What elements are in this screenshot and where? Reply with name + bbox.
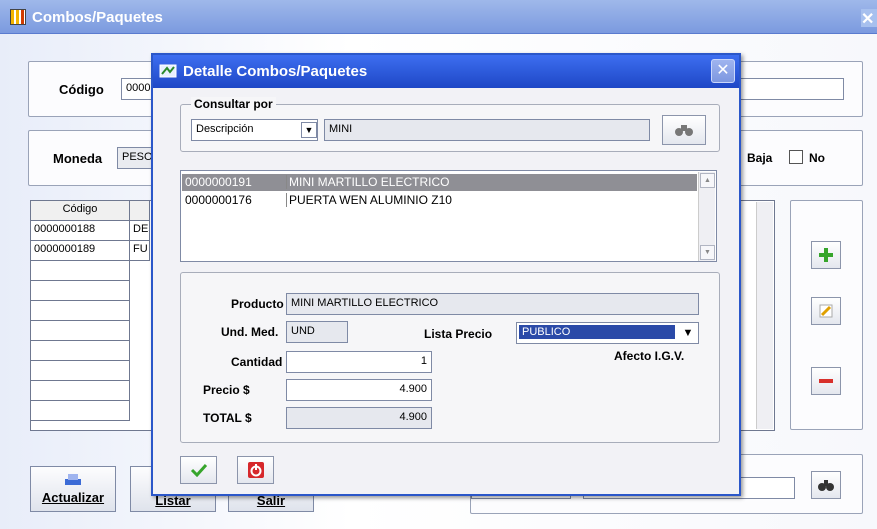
consultar-group: Consultar por Descripción ▼ MINI (180, 97, 720, 152)
codigo-label: Código (59, 82, 104, 97)
total-label: TOTAL $ (203, 411, 252, 425)
binoculars-icon (675, 125, 693, 136)
actualizar-label: Actualizar (41, 490, 105, 505)
cantidad-label: Cantidad (231, 355, 283, 369)
actualizar-button[interactable]: Actualizar (30, 466, 116, 512)
table-row-empty (31, 261, 130, 281)
power-icon (247, 462, 264, 478)
cantidad-field[interactable]: 1 (286, 351, 432, 373)
table-row-empty (31, 401, 130, 421)
scroll-up-icon[interactable]: ▲ (700, 173, 715, 188)
baja-label: Baja (747, 151, 773, 165)
no-label: No (809, 151, 825, 165)
results-list: 0000000191 MINI MARTILLO ELECTRICO 00000… (180, 170, 717, 262)
plus-icon (819, 248, 833, 262)
precio-field[interactable]: 4.900 (286, 379, 432, 401)
add-button[interactable] (811, 241, 841, 269)
result-row-1[interactable]: 0000000191 MINI MARTILLO ELECTRICO (182, 174, 697, 191)
result-row-code: 0000000176 (185, 193, 252, 207)
producto-field[interactable]: MINI MARTILLO ELECTRICO (286, 293, 699, 315)
afecto-igv-label: Afecto I.G.V. (614, 349, 685, 363)
scroll-down-icon[interactable]: ▼ (700, 245, 715, 260)
dialog-title: Detalle Combos/Paquetes (183, 63, 368, 80)
table-row-empty (31, 321, 130, 341)
result-row-name: MINI MARTILLO ELECTRICO (286, 175, 706, 189)
main-window-title: Combos/Paquetes (32, 9, 163, 26)
main-close-icon[interactable]: ✕ (861, 9, 877, 28)
consultar-por-label: Consultar por (191, 97, 276, 111)
result-row-2[interactable]: 0000000176 PUERTA WEN ALUMINIO Z10 (182, 192, 697, 209)
table-header-codigo: Código (31, 201, 130, 221)
table-row-2-desc[interactable]: FU (130, 241, 150, 261)
edit-icon (819, 304, 833, 318)
main-title-bar: Combos/Paquetes ✕ (0, 0, 877, 34)
binoculars-icon (818, 480, 834, 491)
table-row-empty (31, 341, 130, 361)
chevron-down-icon[interactable]: ▼ (680, 325, 696, 341)
result-row-code: 0000000191 (185, 175, 252, 189)
refresh-icon (65, 474, 81, 485)
und-field[interactable]: UND (286, 321, 348, 343)
check-icon (190, 463, 207, 477)
table-row-empty (31, 381, 130, 401)
lista-precio-select[interactable]: PUBLICO (516, 322, 699, 344)
accept-button[interactable] (180, 456, 217, 484)
result-row-name: PUERTA WEN ALUMINIO Z10 (286, 193, 706, 207)
lista-precio-label: Lista Precio (424, 327, 493, 341)
baja-checkbox[interactable] (789, 150, 803, 164)
dialog-close-icon[interactable]: ✕ (711, 59, 735, 83)
total-field: 4.900 (286, 407, 432, 429)
producto-label: Producto (231, 297, 284, 311)
consultar-por-value: Descripción (196, 123, 254, 135)
table-scrollbar[interactable] (756, 202, 773, 429)
consultar-por-select[interactable]: Descripción (191, 119, 318, 141)
delete-button[interactable] (811, 367, 841, 395)
side-buttons-group (790, 200, 863, 430)
minus-icon (819, 379, 833, 383)
codigo-aux-field[interactable] (739, 78, 844, 100)
dialog-search-button[interactable] (662, 115, 706, 145)
dialog-title-bar: Detalle Combos/Paquetes ✕ (153, 55, 739, 88)
moneda-label: Moneda (53, 151, 103, 166)
lista-precio-value: PUBLICO (519, 325, 675, 339)
und-label: Und. Med. (221, 325, 279, 339)
results-scrollbar[interactable]: ▲ ▼ (698, 172, 715, 261)
dialog-app-icon (159, 64, 177, 78)
detalle-dialog: Detalle Combos/Paquetes ✕ Consultar por … (151, 53, 741, 496)
table-header-desc (130, 201, 150, 221)
precio-label: Precio $ (203, 383, 250, 397)
detail-group: Producto MINI MARTILLO ELECTRICO Und. Me… (180, 272, 720, 443)
edit-button[interactable] (811, 297, 841, 325)
app-icon (10, 9, 26, 25)
table-row-empty (31, 281, 130, 301)
cancel-button[interactable] (237, 456, 274, 484)
chevron-down-icon[interactable]: ▼ (301, 122, 317, 138)
table-row-2-code[interactable]: 0000000189 (31, 241, 130, 261)
table-row-1-desc[interactable]: DES (130, 221, 150, 241)
table-row-empty (31, 301, 130, 321)
table-row-1-code[interactable]: 0000000188 (31, 221, 130, 241)
footer-search-button[interactable] (811, 471, 841, 499)
search-field[interactable]: MINI (324, 119, 650, 141)
table-row-empty (31, 361, 130, 381)
